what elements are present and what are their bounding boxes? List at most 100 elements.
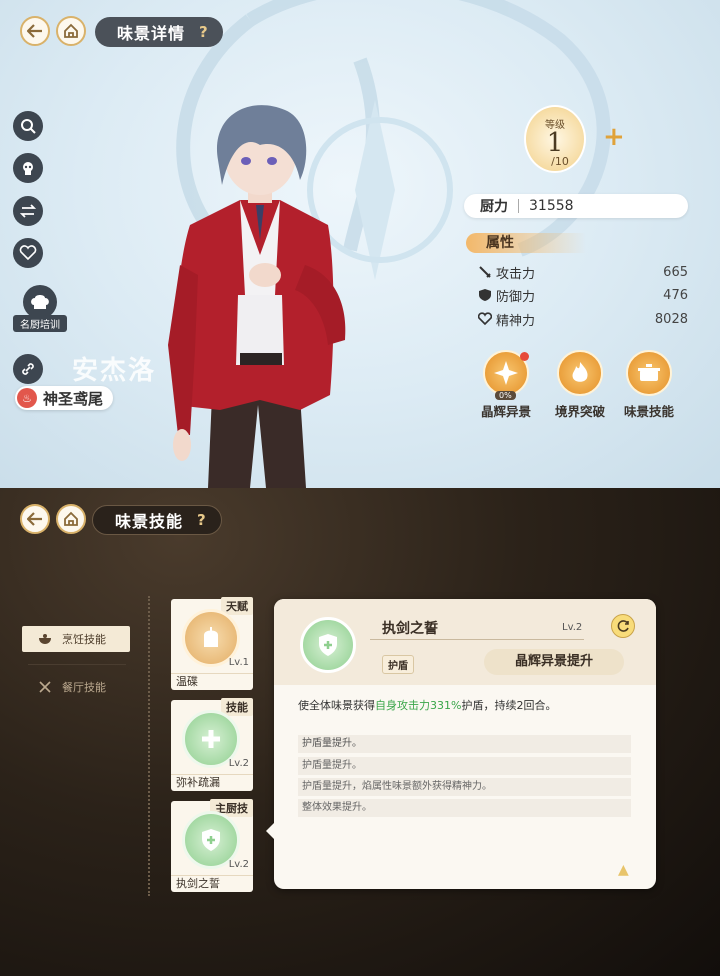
- notification-dot: [520, 352, 529, 361]
- detail-skill-name: 执剑之誓: [382, 621, 438, 637]
- heart-plus-icon: [19, 245, 37, 261]
- skill-name: 执剑之誓: [171, 875, 253, 892]
- character-portrait: [168, 105, 346, 488]
- attributes-title: 属性: [486, 235, 514, 251]
- skill-level: Lv.1: [228, 657, 249, 668]
- refresh-button[interactable]: [611, 614, 635, 638]
- chef-training-label: 名厨培训: [13, 315, 67, 332]
- link-button[interactable]: [13, 354, 43, 384]
- attr-value: 8028: [654, 311, 688, 327]
- back-arrow-icon: [27, 24, 42, 38]
- effect-row: 护盾量提升，焰属性味景额外获得精神力。: [298, 778, 631, 796]
- skill-card-skill[interactable]: 技能 Lv.2 弥补疏漏: [171, 698, 253, 791]
- character-name-watermark: 安杰洛: [72, 356, 157, 386]
- page-title-bar: 味景详情 ?: [95, 17, 223, 47]
- attributes-header: 属性: [466, 233, 586, 253]
- home-button[interactable]: [56, 16, 86, 46]
- attr-value: 476: [663, 287, 688, 303]
- home-icon: [64, 511, 78, 526]
- tab-label: 餐厅技能: [62, 681, 106, 694]
- help-button[interactable]: ?: [199, 23, 209, 41]
- link-icon: [22, 363, 34, 375]
- desc-highlight: 自身攻击力331%: [375, 699, 462, 712]
- bowl-icon: [39, 634, 51, 644]
- affection-button[interactable]: [13, 238, 43, 268]
- page-title-bar: 味景技能 ?: [92, 505, 222, 535]
- cooking-power-bar: 厨力 31558: [464, 194, 688, 218]
- skill-name: 弥补疏漏: [171, 774, 253, 791]
- level-current: 1: [546, 128, 564, 158]
- chef-training-button[interactable]: 名厨培训: [13, 285, 67, 332]
- level-badge: 等级 1 /10: [524, 105, 586, 173]
- crystal-star-icon: 0%: [483, 350, 529, 400]
- swap-button[interactable]: [13, 196, 43, 226]
- skill-name: 温碟: [171, 673, 253, 690]
- heart-icon: [478, 312, 492, 326]
- skill-tag: 护盾: [382, 655, 414, 674]
- attr-label: 攻击力: [496, 266, 536, 282]
- search-icon: [21, 119, 36, 134]
- dish-name-tag: ♨ 神圣鸢尾: [15, 386, 114, 410]
- pot-icon: [626, 350, 672, 396]
- detail-skill-level: Lv.2: [562, 622, 583, 633]
- detail-shield-icon: [300, 617, 356, 673]
- skill-description: 使全体味景获得自身攻击力331%护盾，持续2回合。: [298, 699, 557, 712]
- panel-pointer: [266, 823, 274, 839]
- action-label: 味景技能: [623, 404, 674, 419]
- skill-level: Lv.2: [228, 758, 249, 769]
- home-button[interactable]: [56, 504, 86, 534]
- cooking-power-label: 厨力: [480, 199, 508, 215]
- back-button[interactable]: [20, 16, 50, 46]
- page-title: 味景详情: [117, 24, 186, 43]
- detail-name-underline: [370, 639, 584, 640]
- expand-arrow-icon[interactable]: ▲: [618, 862, 629, 878]
- attr-row-defense: 防御力 476: [478, 284, 688, 306]
- level-max: 10: [554, 155, 569, 168]
- effect-row: 护盾量提升。: [298, 735, 631, 753]
- tab-cooking-skills[interactable]: 烹饪技能: [22, 626, 130, 652]
- attr-label: 精神力: [496, 313, 536, 329]
- shield-icon: [479, 289, 491, 301]
- tab-divider: [28, 664, 126, 665]
- dish-name: 神圣鸢尾: [43, 389, 104, 408]
- level-up-button[interactable]: +: [603, 124, 625, 150]
- chef-hat-icon: [23, 285, 57, 319]
- profile-button[interactable]: [13, 153, 43, 183]
- home-icon: [64, 23, 78, 38]
- action-label: 境界突破: [554, 404, 605, 419]
- skull-icon: [23, 162, 33, 175]
- skills-screen: 味景技能 ? 烹饪技能 餐厅技能 天赋 Lv.1 温碟 技能 Lv.2 弥补疏漏…: [0, 488, 720, 976]
- attr-label: 防御力: [496, 289, 536, 305]
- crystal-progress: 0%: [495, 391, 516, 400]
- sword-icon: [479, 266, 491, 278]
- skill-level: Lv.2: [228, 859, 249, 870]
- effect-row: 整体效果提升。: [298, 799, 631, 817]
- swap-icon: [20, 204, 36, 218]
- skill-card-chef[interactable]: 主厨技 Lv.2 执剑之誓: [171, 799, 253, 892]
- skill-list-rail: [148, 596, 150, 896]
- back-arrow-icon: [27, 512, 42, 526]
- utensils-icon: [39, 681, 51, 693]
- search-button[interactable]: [13, 111, 43, 141]
- background-ornament: [176, 0, 611, 280]
- skill-card-talent[interactable]: 天赋 Lv.1 温碟: [171, 597, 253, 690]
- help-button[interactable]: ?: [197, 511, 207, 529]
- flame-icon: [557, 350, 603, 396]
- cooking-power-value: 31558: [529, 198, 574, 214]
- refresh-icon: [617, 620, 629, 632]
- tab-restaurant-skills[interactable]: 餐厅技能: [22, 674, 130, 700]
- crystal-upgrade-button[interactable]: 晶辉异景提升: [484, 649, 624, 675]
- skills-button[interactable]: 味景技能: [619, 350, 679, 420]
- effect-row: 护盾量提升。: [298, 757, 631, 775]
- tab-label: 烹饪技能: [62, 633, 106, 646]
- page-title: 味景技能: [115, 512, 184, 531]
- back-button[interactable]: [20, 504, 50, 534]
- attr-value: 665: [663, 264, 688, 280]
- fire-element-icon: ♨: [17, 388, 37, 408]
- attr-row-attack: 攻击力 665: [478, 261, 688, 283]
- action-label: 晶辉异景: [480, 404, 531, 419]
- crystal-landscape-button[interactable]: 0% 晶辉异景: [476, 350, 536, 420]
- character-detail-screen: 味景详情 ? 名厨培训 安杰洛 ♨ 神圣鸢尾 等级 1 /10 + 厨力 315…: [0, 0, 720, 488]
- attr-row-spirit: 精神力 8028: [478, 308, 688, 330]
- breakthrough-button[interactable]: 境界突破: [550, 350, 610, 420]
